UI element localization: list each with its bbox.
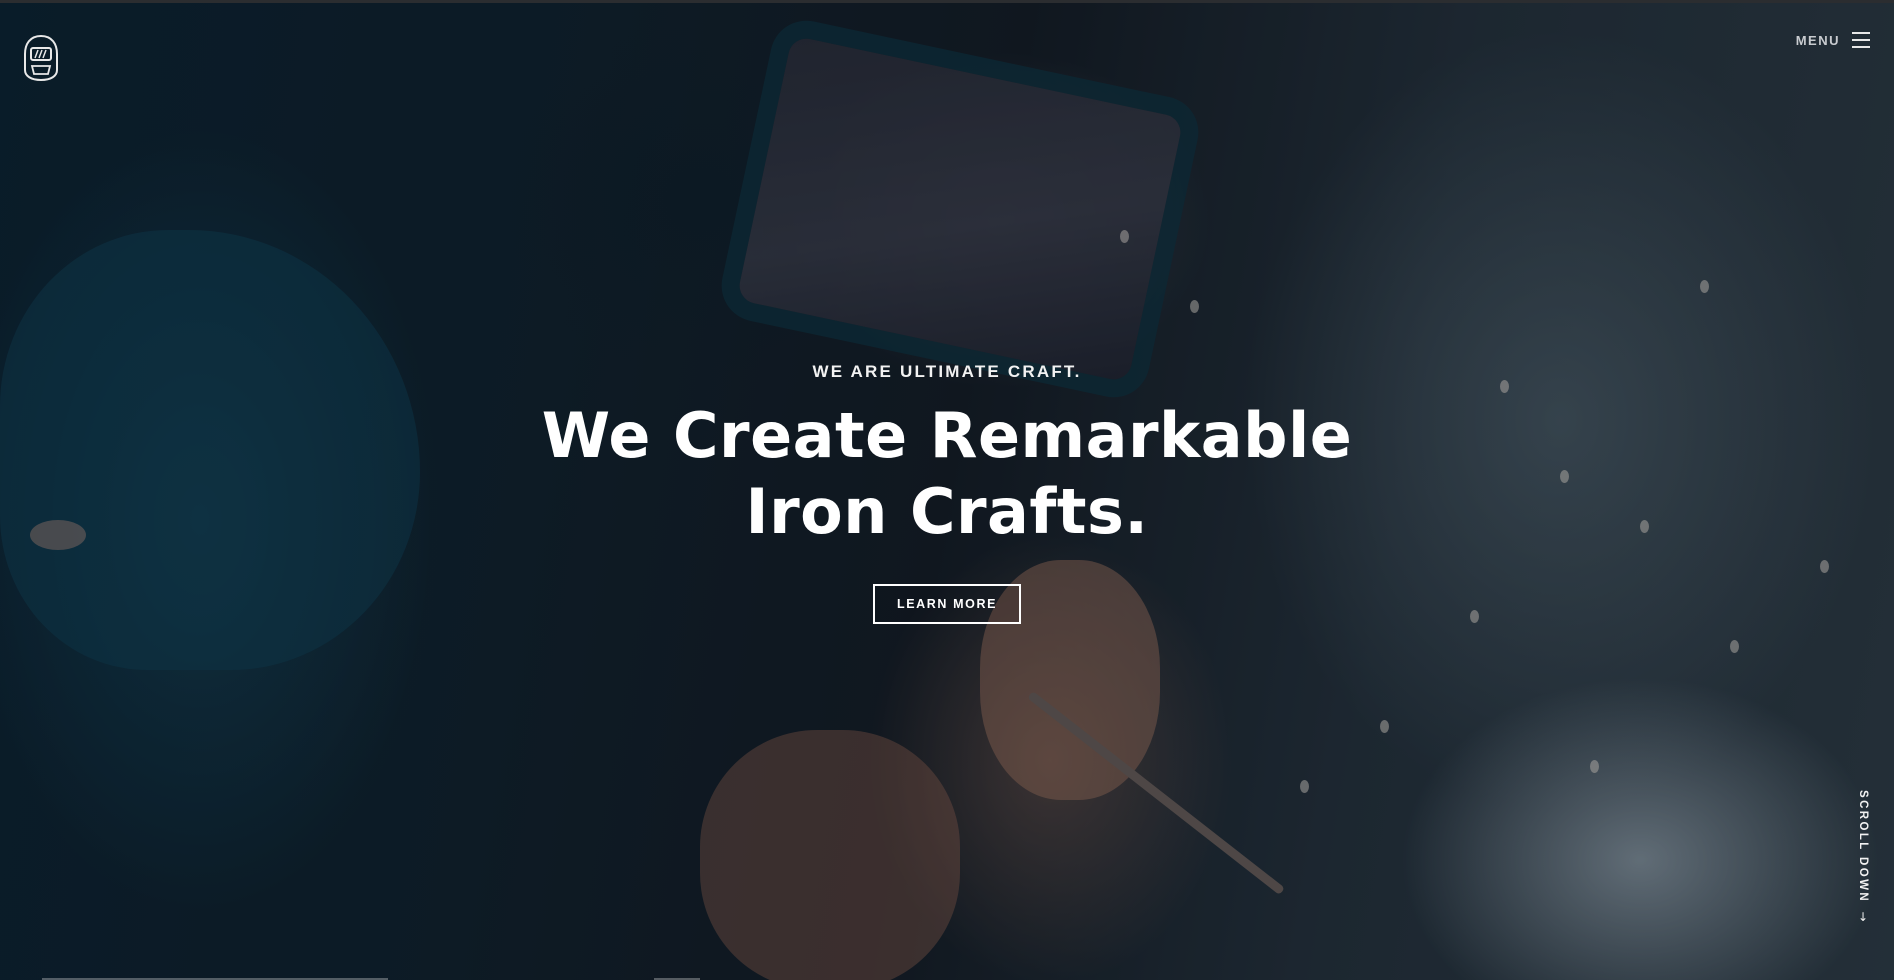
- learn-more-button[interactable]: LEARN MORE: [872, 584, 1022, 624]
- arrow-down-icon: ↓: [1857, 910, 1869, 925]
- menu-label: MENU: [1795, 32, 1840, 48]
- hero-section: MENU WE ARE ULTIMATE CRAFT. We Create Re…: [0, 0, 1894, 980]
- hero-headline-line-2: Iron Crafts.: [745, 475, 1149, 548]
- hero-content: WE ARE ULTIMATE CRAFT. We Create Remarka…: [0, 362, 1894, 624]
- welding-helmet-icon: [24, 34, 58, 82]
- scroll-down-label: SCROLL DOWN: [1857, 790, 1869, 904]
- hero-headline-line-1: We Create Remarkable: [541, 399, 1353, 472]
- hero-headline: We Create Remarkable Iron Crafts.: [0, 398, 1894, 550]
- scroll-down-link[interactable]: SCROLL DOWN ↓: [1852, 790, 1874, 923]
- menu-toggle[interactable]: MENU: [1796, 32, 1870, 48]
- hero-kicker: WE ARE ULTIMATE CRAFT.: [812, 362, 1082, 381]
- hamburger-menu-icon: [1852, 32, 1870, 48]
- site-logo[interactable]: [22, 34, 60, 82]
